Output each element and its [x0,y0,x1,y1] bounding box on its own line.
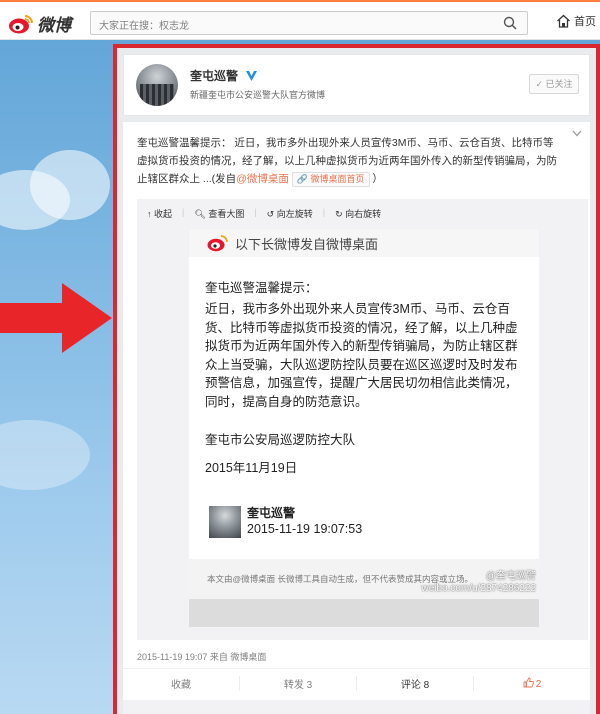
follow-label: 已关注 [545,79,573,89]
rotate-left-button[interactable]: ↺ 向左旋转 [267,207,313,220]
long-weibo-signature: 奎屯市公安局巡逻防控大队 [205,433,356,447]
post-card: 奎屯巡警温馨提示： 近日，我市多外出现外来人员宣传3M币、马币、云仓百货、比特币… [123,122,590,714]
mention-link[interactable]: @微博桌面 [236,173,289,185]
long-weibo-header: 以下长微博发自微博桌面 [189,229,539,257]
post-actions: 收藏 转发 3 评论 8 2 [123,668,590,698]
image-watermark: @奎屯巡警 weibo.com/u/2874286222 [421,571,536,595]
long-weibo-paragraph: 近日，我市多外出现外来人员宣传3M币、马币、云仓百货、比特币等虚拟货币投资的情况… [205,302,518,409]
rotate-right-button[interactable]: ↻ 向右旋转 [335,207,381,220]
collapse-label: 收起 [154,209,173,219]
weibo-logo-icon [207,235,228,252]
view-large-label: 查看大图 [208,209,245,219]
toolbar-divider: | [182,207,185,217]
top-nav-bar: 微博 大家正在搜：权志龙 首页 [0,0,600,40]
profile-name[interactable]: 奎屯巡警 [190,67,258,84]
repost-button[interactable]: 转发 3 [240,676,357,691]
search-input[interactable]: 大家正在搜：权志龙 [99,17,189,32]
search-icon[interactable] [503,16,517,30]
expanded-image-panel: ↑ 收起 | 🔍︎ 查看大图 | ↺ 向左旋转 | ↻ 向右旋转 以下长微博发自… [137,199,588,640]
collapse-button[interactable]: ↑ 收起 [147,207,172,220]
home-label: 首页 [574,16,596,28]
rotate-left-label: 向左旋转 [276,209,313,219]
profile-description: 新疆奎屯市公安巡警大队官方微博 [190,90,326,100]
link-icon: 🔗 [296,174,311,184]
home-icon [557,14,570,28]
long-weibo-timestamp: 2015-11-19 19:07:53 [247,522,363,536]
comment-button[interactable]: 评论 8 [357,676,474,691]
background-cloud [30,150,110,220]
comment-area [123,700,590,714]
watermark-name: @奎屯巡警 [485,571,536,582]
post-text-end: ） [372,173,383,185]
home-link[interactable]: 首页 [556,13,596,29]
source-link[interactable]: 🔗 微博桌面首页 [291,172,370,187]
thumbs-up-icon [523,677,534,688]
follow-button[interactable]: ✓ 已关注 [529,74,579,94]
long-weibo-author: 奎屯巡警 [247,506,296,520]
check-icon: ✓ [535,79,546,89]
toolbar-divider: | [254,207,257,217]
weibo-logo[interactable]: 微博 [8,11,71,36]
logo-text: 微博 [37,16,71,35]
long-weibo-title: 奎屯巡警温馨提示： [205,281,318,295]
watermark-url: weibo.com/u/2874286222 [421,583,536,594]
image-toolbar: ↑ 收起 | 🔍︎ 查看大图 | ↺ 向左旋转 | ↻ 向右旋转 [147,207,381,220]
annotation-arrow-icon [0,283,112,353]
long-weibo-bottom-bar [189,599,539,627]
post-text: 奎屯巡警温馨提示： 近日，我市多外出现外来人员宣传3M币、马币、云仓百货、比特币… [137,134,562,188]
long-weibo-date: 2015年11月19日 [205,461,298,475]
toolbar-divider: | [322,207,326,217]
avatar [209,506,241,538]
weibo-logo-icon [9,14,33,33]
highlight-frame: 奎屯巡警 新疆奎屯市公安巡警大队官方微博 ✓ 已关注 奎屯巡警温馨提示： 近日，… [113,44,600,714]
chevron-down-icon[interactable] [572,130,582,137]
like-button[interactable]: 2 [474,677,590,690]
search-box[interactable]: 大家正在搜：权志龙 [90,11,528,35]
view-large-button[interactable]: 🔍︎ 查看大图 [194,207,244,220]
source-chip-label: 微博桌面首页 [310,174,365,184]
like-count: 2 [535,679,542,690]
profile-card: 奎屯巡警 新疆奎屯市公安巡警大队官方微博 ✓ 已关注 [123,54,590,116]
post-meta: 2015-11-19 19:07 来自 微博桌面 [137,652,267,662]
background-cloud [0,420,90,490]
favorite-button[interactable]: 收藏 [123,676,240,691]
verified-badge-icon [246,71,258,81]
avatar[interactable] [136,64,178,106]
long-weibo-header-text: 以下长微博发自微博桌面 [235,236,379,252]
long-weibo-image[interactable]: 以下长微博发自微博桌面 奎屯巡警温馨提示： 近日，我市多外出现外来人员宣传3M币… [189,229,539,627]
profile-name-text[interactable]: 奎屯巡警 [190,69,238,83]
rotate-right-label: 向右旋转 [345,209,382,219]
